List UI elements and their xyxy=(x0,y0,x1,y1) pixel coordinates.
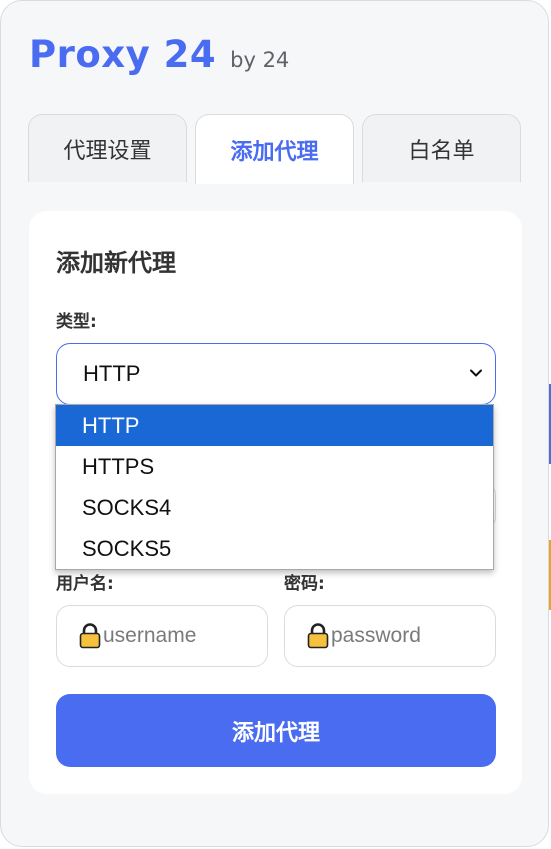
lock-icon xyxy=(79,623,101,649)
proxy-type-select[interactable]: HTTP xyxy=(56,343,496,405)
password-placeholder: password xyxy=(331,624,421,647)
lock-icon xyxy=(307,623,329,649)
app-title: Proxy 24 xyxy=(29,33,217,76)
username-input[interactable]: username xyxy=(56,605,268,667)
username-label: 用户名: xyxy=(56,574,114,594)
password-label: 密码: xyxy=(284,574,325,594)
option-socks5[interactable]: SOCKS5 xyxy=(56,528,493,569)
option-https[interactable]: HTTPS xyxy=(56,446,493,487)
tab-proxy-settings[interactable]: 代理设置 xyxy=(28,114,187,182)
add-proxy-button[interactable]: 添加代理 xyxy=(56,694,496,767)
tab-bar: 代理设置 添加代理 白名单 xyxy=(28,114,521,184)
tab-add-proxy[interactable]: 添加代理 xyxy=(195,114,354,184)
proxy-type-dropdown: HTTP HTTPS SOCKS4 SOCKS5 xyxy=(55,404,494,570)
option-http[interactable]: HTTP xyxy=(56,405,493,446)
chevron-down-icon xyxy=(470,369,482,377)
form-title: 添加新代理 xyxy=(56,249,176,277)
option-socks4[interactable]: SOCKS4 xyxy=(56,487,493,528)
tab-whitelist[interactable]: 白名单 xyxy=(362,114,521,182)
app-author: by 24 xyxy=(230,48,290,72)
header: Proxy 24 by 24 xyxy=(29,33,289,76)
proxy-type-value: HTTP xyxy=(83,361,141,386)
password-input[interactable]: password xyxy=(284,605,496,667)
type-label: 类型: xyxy=(56,312,97,332)
username-placeholder: username xyxy=(103,624,197,647)
